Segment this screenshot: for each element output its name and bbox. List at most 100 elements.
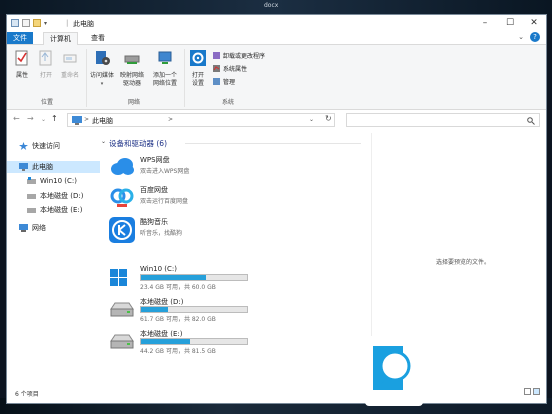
uninstall-programs-button[interactable]: 卸载或更改程序 (213, 51, 265, 60)
preview-message: 选择要预览的文件。 (436, 259, 491, 266)
sidebar-label: 此电脑 (32, 163, 53, 171)
forward-button[interactable]: → (27, 114, 34, 123)
search-input[interactable] (346, 113, 540, 127)
drive-icon (110, 334, 134, 349)
title-bar: ▾ | 此电脑 – ☐ ✕ (7, 15, 546, 32)
path-chevron[interactable]: > (84, 116, 89, 123)
add-network-location-icon (158, 51, 172, 64)
access-media-button[interactable]: 访问媒体 ▾ (89, 49, 115, 88)
open-settings-button[interactable]: 打开 设置 (187, 49, 209, 88)
access-media-dropdown-icon: ▾ (100, 81, 104, 87)
access-media-label: 访问媒体 (89, 72, 114, 79)
navigation-pane: 快速访问 此电脑 Win10 (C:) 本地磁盘 (D:) 本地磁盘 (E:) … (7, 133, 100, 385)
watermark-logo (365, 336, 423, 406)
cloud-icon (111, 158, 134, 175)
sidebar-item-quick-access[interactable]: 快速访问 (19, 141, 60, 151)
watermark-brand: PConline (431, 342, 484, 357)
map-drive-label-1: 映射网络 (119, 72, 144, 79)
add-location-label-1: 添加一个 (152, 72, 177, 79)
window-title: 此电脑 (73, 20, 94, 28)
tab-file[interactable]: 文件 (7, 32, 33, 44)
address-path[interactable]: 此电脑 (92, 116, 113, 126)
item-description: 听音乐，找酷狗 (140, 230, 183, 237)
drive-usage-bar (140, 274, 248, 281)
properties-button[interactable]: 属性 (11, 49, 33, 80)
rename-button[interactable]: 重命名 (57, 49, 83, 80)
quick-access-dropdown-icon[interactable]: ▾ (44, 20, 47, 27)
uninstall-icon (213, 52, 220, 59)
watermark-name: IT百科 (429, 367, 520, 400)
baidu-netdisk-icon (110, 188, 134, 207)
drive-usage-fill (141, 339, 190, 344)
network-group-label: 网络 (128, 99, 141, 106)
sidebar-label: 本地磁盘 (D:) (40, 192, 84, 200)
star-icon (19, 142, 28, 150)
section-header[interactable]: 设备和驱动器 (6) (109, 138, 167, 149)
address-dropdown-icon[interactable]: ⌄ (309, 116, 314, 123)
manage-button[interactable]: 管理 (213, 77, 235, 86)
open-icon (39, 50, 52, 66)
tab-view[interactable]: 查看 (85, 32, 111, 44)
drive-free-space: 44.2 GB 可用，共 81.5 GB (140, 348, 216, 355)
ribbon-divider (86, 49, 87, 107)
item-name: 酷狗音乐 (140, 218, 168, 226)
location-group-label: 位置 (41, 99, 54, 106)
back-button[interactable]: ← (13, 114, 20, 123)
maximize-button[interactable]: ☐ (498, 15, 522, 32)
media-icon (96, 51, 110, 65)
open-label: 打开 (39, 72, 52, 79)
add-network-location-button[interactable]: 添加一个 网络位置 (149, 49, 181, 88)
close-button[interactable]: ✕ (522, 15, 546, 32)
open-button[interactable]: 打开 (35, 49, 57, 80)
system-group-label: 系统 (222, 99, 235, 106)
manage-label: 管理 (223, 79, 236, 86)
sidebar-item-win10-drive[interactable]: Win10 (C:) (27, 177, 77, 185)
drive-free-space: 61.7 GB 可用，共 82.0 GB (140, 316, 216, 323)
kugou-music-icon (109, 217, 135, 243)
sidebar-item-network[interactable]: 网络 (19, 223, 46, 233)
properties-icon (15, 50, 28, 66)
sidebar-item-this-pc[interactable]: 此电脑 (7, 161, 100, 173)
drive-icon (27, 208, 36, 213)
settings-label-2: 设置 (191, 80, 204, 87)
properties-quick-icon[interactable] (22, 19, 30, 27)
sidebar-label: 本地磁盘 (E:) (40, 206, 83, 214)
section-divider (185, 143, 361, 144)
map-drive-icon (124, 55, 140, 64)
pc-icon (72, 116, 82, 125)
map-drive-button[interactable]: 映射网络 驱动器 (118, 49, 146, 88)
address-bar[interactable]: > 此电脑 > ⌄ (67, 113, 335, 127)
refresh-button[interactable]: ↻ (325, 114, 332, 123)
map-drive-label-2: 驱动器 (122, 80, 141, 87)
add-location-label-2: 网络位置 (152, 80, 177, 87)
watermark: PConline IT百科 (359, 336, 543, 406)
rename-icon (63, 54, 77, 63)
path-chevron[interactable]: > (168, 116, 173, 123)
up-button[interactable]: ↑ (51, 114, 58, 123)
system-drive-icon (27, 177, 36, 184)
ribbon-collapse-icon[interactable]: ⌄ (518, 33, 524, 41)
network-icon (19, 224, 28, 232)
sidebar-item-disk-d[interactable]: 本地磁盘 (D:) (27, 191, 83, 201)
drive-name: Win10 (C:) (140, 265, 177, 273)
recent-locations-icon[interactable]: ⌄ (41, 116, 46, 123)
system-properties-button[interactable]: 系统属性 (213, 64, 247, 73)
drive-usage-bar (140, 306, 248, 313)
item-description: 双击运行百度网盘 (140, 198, 189, 205)
tab-computer[interactable]: 计算机 (43, 32, 78, 45)
status-item-count: 6 个项目 (15, 391, 39, 398)
ribbon-divider (184, 49, 185, 107)
help-icon[interactable]: ? (530, 32, 540, 42)
item-name: WPS网盘 (140, 156, 170, 164)
new-folder-quick-icon[interactable] (33, 19, 41, 27)
quick-access-toolbar: ▾ (11, 18, 47, 28)
ribbon-panel: 属性 打开 重命名 位置 访问媒体 ▾ 映射网络 驱动器 添加一个 网络位置 网… (7, 45, 546, 110)
sidebar-item-disk-e[interactable]: 本地磁盘 (E:) (27, 205, 82, 215)
section-collapse-icon[interactable]: ⌄ (101, 138, 106, 145)
minimize-button[interactable]: – (473, 15, 497, 32)
background-doc-label: docx (264, 2, 279, 9)
item-description: 双击进入WPS网盘 (140, 168, 190, 175)
navigation-bar: ← → ⌄ ↑ > 此电脑 > ⌄ ↻ (7, 110, 546, 130)
rename-label: 重命名 (60, 72, 79, 79)
sidebar-label: 网络 (32, 224, 46, 232)
